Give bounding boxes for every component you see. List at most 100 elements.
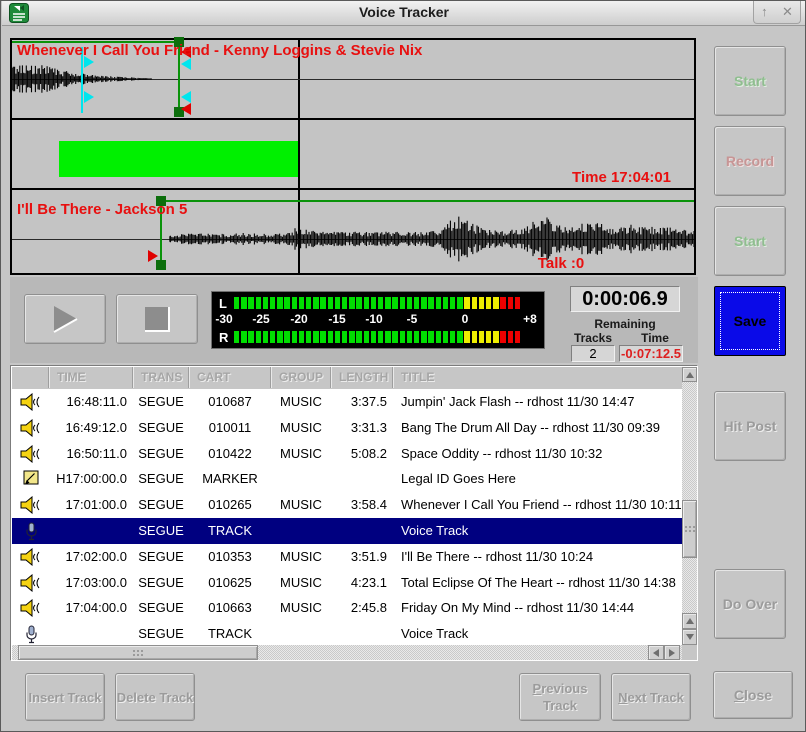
- fade-marker-icon[interactable]: [148, 250, 158, 262]
- cell-length: 3:51.9: [331, 544, 393, 570]
- cell-cart: 010422: [189, 441, 271, 467]
- stop-icon: [142, 304, 172, 334]
- meter-scale-label: -25: [252, 312, 269, 326]
- cell-title: Legal ID Goes Here: [393, 466, 683, 492]
- column-header-time[interactable]: TIME: [49, 367, 133, 388]
- column-header-trans[interactable]: TRANS: [133, 367, 189, 388]
- cell-length: 3:58.4: [331, 492, 393, 518]
- scroll-up-button[interactable]: [682, 367, 697, 382]
- table-row[interactable]: 17:03:00.0SEGUE010625MUSIC4:23.1Total Ec…: [12, 570, 683, 596]
- cell-icon: [13, 492, 49, 518]
- table-row[interactable]: 16:49:12.0SEGUE010011MUSIC3:31.3Bang The…: [12, 415, 683, 441]
- play-button[interactable]: [24, 294, 106, 344]
- table-row[interactable]: SEGUETRACKVoice Track: [12, 621, 683, 647]
- talk-time-label: Talk :0: [501, 255, 621, 272]
- cell-cart: TRACK: [189, 518, 271, 544]
- segue-marker-icon[interactable]: [181, 58, 191, 70]
- cell-cart: TRACK: [189, 621, 271, 647]
- table-row[interactable]: 17:01:00.0SEGUE010265MUSIC3:58.4Whenever…: [12, 492, 683, 518]
- start-playback-button[interactable]: Start: [714, 206, 786, 276]
- start-record-button[interactable]: Start: [714, 46, 786, 116]
- cell-length: [331, 466, 393, 492]
- cell-cart: 010663: [189, 595, 271, 621]
- remaining-tracks-value: 2: [571, 345, 615, 362]
- track2-start-line: [161, 200, 694, 202]
- speaker-icon: [20, 496, 42, 514]
- titlebar[interactable]: Voice Tracker ↑ ✕: [2, 1, 806, 26]
- column-header-length[interactable]: LENGTH: [331, 367, 393, 388]
- cell-trans: SEGUE: [133, 492, 189, 518]
- cell-group: MUSIC: [271, 544, 331, 570]
- microphone-icon: [25, 625, 38, 644]
- cell-trans: SEGUE: [133, 544, 189, 570]
- scroll-left-button[interactable]: [648, 645, 664, 660]
- close-window-icon[interactable]: ✕: [782, 2, 793, 22]
- cell-group: MUSIC: [271, 570, 331, 596]
- table-row[interactable]: 17:02:00.0SEGUE010353MUSIC3:51.9I'll Be …: [12, 544, 683, 570]
- column-header-cart[interactable]: CART: [189, 367, 271, 388]
- cell-length: 5:08.2: [331, 441, 393, 467]
- cell-trans: SEGUE: [133, 595, 189, 621]
- scroll-up-button-2[interactable]: [682, 613, 697, 629]
- save-button[interactable]: Save: [714, 286, 786, 356]
- stop-button[interactable]: [116, 294, 198, 344]
- previous-track-button[interactable]: Previous Track: [519, 673, 601, 721]
- shade-window-icon[interactable]: ↑: [761, 2, 768, 22]
- speaker-icon: [20, 574, 42, 592]
- cell-trans: SEGUE: [133, 466, 189, 492]
- fade-marker-icon[interactable]: [181, 103, 191, 115]
- delete-track-button[interactable]: Delete Track: [115, 673, 195, 721]
- cell-time: 16:50:11.0: [49, 441, 133, 467]
- record-button[interactable]: Record: [714, 126, 786, 196]
- cell-length: 4:23.1: [331, 570, 393, 596]
- cell-time: [49, 621, 133, 647]
- cell-icon: [13, 544, 49, 570]
- audio-level-meter: L R -30-25-20-15-10-50+8: [211, 291, 545, 349]
- segue-marker-icon[interactable]: [84, 91, 94, 103]
- table-row[interactable]: H17:00:00.0SEGUEMARKERLegal ID Goes Here: [12, 466, 683, 492]
- cell-group: MUSIC: [271, 415, 331, 441]
- cell-icon: [13, 389, 49, 415]
- column-header-icon[interactable]: [13, 367, 49, 388]
- insert-track-button[interactable]: Insert Track: [25, 673, 105, 721]
- scroll-down-button[interactable]: [682, 629, 697, 645]
- speaker-icon: [20, 445, 42, 463]
- titlebar-buttons: ↑ ✕: [753, 1, 801, 24]
- cell-cart: 010687: [189, 389, 271, 415]
- log-table: TIMETRANSCARTGROUPLENGTHTITLE 16:48:11.0…: [10, 365, 698, 661]
- segue-marker-icon[interactable]: [181, 91, 191, 103]
- cell-title: Whenever I Call You Friend -- rdhost 11/…: [393, 492, 683, 518]
- meter-scale-label: -20: [290, 312, 307, 326]
- cell-group: MUSIC: [271, 595, 331, 621]
- cell-time: 17:01:00.0: [49, 492, 133, 518]
- elapsed-time-display: 0:00:06.9: [570, 286, 680, 312]
- hit-post-button[interactable]: Hit Post: [714, 391, 786, 461]
- cell-cart: 010265: [189, 492, 271, 518]
- cell-length: [331, 518, 393, 544]
- cell-cart: 010353: [189, 544, 271, 570]
- log-table-rows: 16:48:11.0SEGUE010687MUSIC3:37.5Jumpin' …: [12, 389, 683, 647]
- cell-group: MUSIC: [271, 492, 331, 518]
- cell-group: MUSIC: [271, 441, 331, 467]
- voice-track-block[interactable]: [59, 141, 298, 177]
- cell-icon: [13, 570, 49, 596]
- column-header-group[interactable]: GROUP: [271, 367, 331, 388]
- table-row[interactable]: 16:50:11.0SEGUE010422MUSIC5:08.2Space Od…: [12, 441, 683, 467]
- cell-length: 3:31.3: [331, 415, 393, 441]
- cell-time: [49, 518, 133, 544]
- cell-length: 2:45.8: [331, 595, 393, 621]
- column-header-title[interactable]: TITLE: [393, 367, 683, 388]
- cell-cart: 010011: [189, 415, 271, 441]
- table-row[interactable]: 17:04:00.0SEGUE010663MUSIC2:45.8Friday O…: [12, 595, 683, 621]
- next-track-button[interactable]: Next Track: [611, 673, 691, 721]
- scroll-right-button[interactable]: [664, 645, 680, 660]
- remaining-label: Remaining: [570, 317, 680, 331]
- vertical-scroll-thumb[interactable]: [682, 500, 697, 558]
- cell-title: Jumpin' Jack Flash -- rdhost 11/30 14:47: [393, 389, 683, 415]
- table-row[interactable]: 16:48:11.0SEGUE010687MUSIC3:37.5Jumpin' …: [12, 389, 683, 415]
- horizontal-scroll-thumb[interactable]: [18, 645, 258, 660]
- close-button[interactable]: Close: [713, 671, 793, 719]
- cell-group: [271, 518, 331, 544]
- do-over-button[interactable]: Do Over: [714, 569, 786, 639]
- table-row[interactable]: SEGUETRACKVoice Track: [12, 518, 683, 544]
